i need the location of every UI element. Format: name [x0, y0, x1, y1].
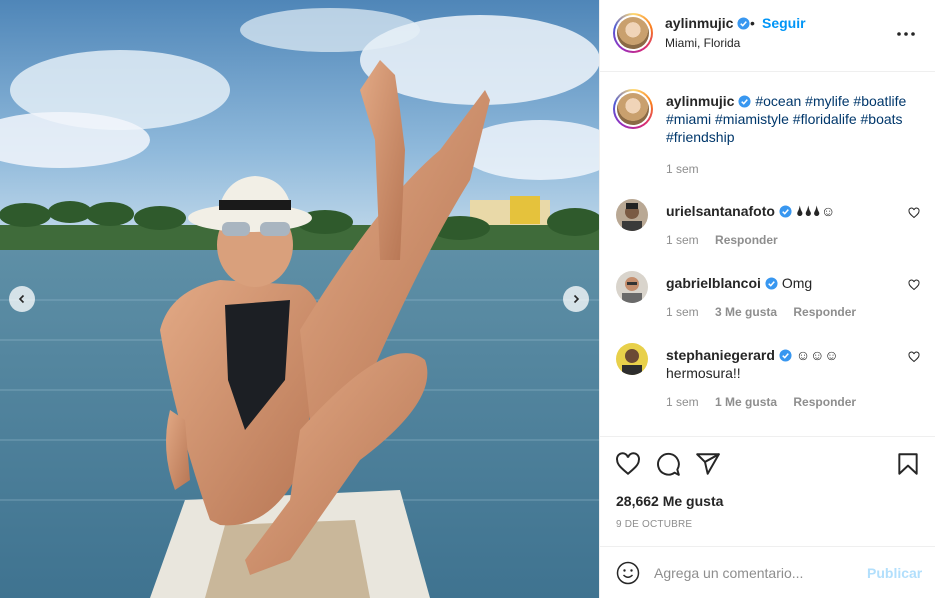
header-separator: • — [750, 15, 755, 31]
comment-likes-count[interactable]: 3 Me gusta — [715, 305, 777, 319]
comment-username[interactable]: gabrielblancoi — [666, 275, 761, 291]
comment-text: urielsantanafoto 🌢🌢🌢☺ — [666, 202, 901, 220]
caption-avatar-photo — [617, 93, 649, 125]
commenter-avatar-photo — [616, 271, 648, 303]
commenter-avatar[interactable] — [616, 343, 648, 375]
comment-meta: 1 sem 1 Me gusta Responder — [666, 395, 869, 409]
emoji-smile-icon[interactable] — [616, 561, 640, 585]
commenter-avatar[interactable] — [616, 199, 648, 231]
comment-likes-count[interactable]: 1 Me gusta — [715, 395, 777, 409]
comments-section[interactable]: aylinmujic #ocean #mylife #boatlife #mia… — [600, 73, 935, 436]
comment-username[interactable]: urielsantanafoto — [666, 203, 775, 219]
post-details-panel: aylinmujic • Seguir Miami, Florida aylin… — [600, 0, 935, 598]
heart-icon[interactable] — [908, 279, 920, 291]
comment-item: stephaniegerard ☺☺☺ hermosura!! 1 sem 1 … — [613, 343, 923, 415]
comment-text: gabrielblancoi Omg — [666, 274, 901, 292]
next-photo-button[interactable] — [563, 286, 589, 312]
reply-button[interactable]: Responder — [793, 395, 856, 409]
post-location[interactable]: Miami, Florida — [665, 36, 740, 50]
caption-avatar[interactable] — [613, 89, 653, 129]
comment-timestamp[interactable]: 1 sem — [666, 305, 699, 319]
add-comment-bar: Publicar — [600, 546, 935, 598]
comment-meta: 1 sem Responder — [666, 233, 791, 247]
photo-scene — [0, 0, 599, 598]
comment-username[interactable]: stephaniegerard — [666, 347, 775, 363]
paper-plane-icon[interactable] — [695, 451, 721, 477]
caption-text: aylinmujic #ocean #mylife #boatlife #mia… — [666, 92, 921, 146]
author-avatar[interactable] — [613, 13, 653, 53]
author-username-text[interactable]: aylinmujic — [665, 15, 733, 31]
verified-badge-icon — [737, 17, 751, 30]
chevron-left-icon — [18, 294, 25, 304]
author-username[interactable]: aylinmujic — [665, 15, 751, 31]
commenter-avatar-photo — [616, 343, 648, 375]
caption-username[interactable]: aylinmujic — [666, 93, 734, 109]
verified-badge-icon — [779, 205, 792, 218]
post-header: aylinmujic • Seguir Miami, Florida — [600, 0, 935, 72]
previous-photo-button[interactable] — [9, 286, 35, 312]
comment-timestamp[interactable]: 1 sem — [666, 395, 699, 409]
verified-badge-icon — [738, 95, 752, 108]
reply-button[interactable]: Responder — [715, 233, 778, 247]
post-date[interactable]: 9 de octubre — [616, 519, 692, 530]
commenter-avatar-photo — [616, 199, 648, 231]
post-comment-button[interactable]: Publicar — [867, 565, 922, 581]
comment-body: Omg — [781, 275, 813, 291]
commenter-avatar[interactable] — [616, 271, 648, 303]
comment-item: urielsantanafoto 🌢🌢🌢☺ 1 sem Responder — [613, 199, 923, 259]
heart-icon[interactable] — [908, 351, 920, 363]
more-horizontal-icon[interactable] — [894, 24, 918, 44]
heart-icon[interactable] — [908, 207, 920, 219]
post-photo[interactable] — [0, 0, 599, 598]
author-avatar-photo — [617, 17, 649, 49]
comment-timestamp[interactable]: 1 sem — [666, 233, 699, 247]
comment-meta: 1 sem 3 Me gusta Responder — [666, 305, 869, 319]
post-actions: 28,662 Me gusta 9 de octubre — [600, 436, 935, 546]
follow-button[interactable]: Seguir — [762, 15, 806, 31]
comment-text: stephaniegerard ☺☺☺ hermosura!! — [666, 346, 901, 382]
heart-icon[interactable] — [615, 451, 641, 477]
comment-item: gabrielblancoi Omg 1 sem 3 Me gusta Resp… — [613, 271, 923, 331]
verified-badge-icon — [765, 277, 778, 290]
caption-timestamp[interactable]: 1 sem — [666, 162, 699, 176]
comment-icon[interactable] — [655, 451, 681, 477]
likes-count[interactable]: 28,662 Me gusta — [616, 493, 723, 509]
verified-badge-icon — [779, 349, 792, 362]
comment-input[interactable] — [654, 561, 864, 585]
bookmark-icon[interactable] — [895, 451, 921, 477]
reply-button[interactable]: Responder — [793, 305, 856, 319]
comment-body: 🌢🌢🌢☺ — [795, 203, 836, 219]
chevron-right-icon — [573, 294, 580, 304]
